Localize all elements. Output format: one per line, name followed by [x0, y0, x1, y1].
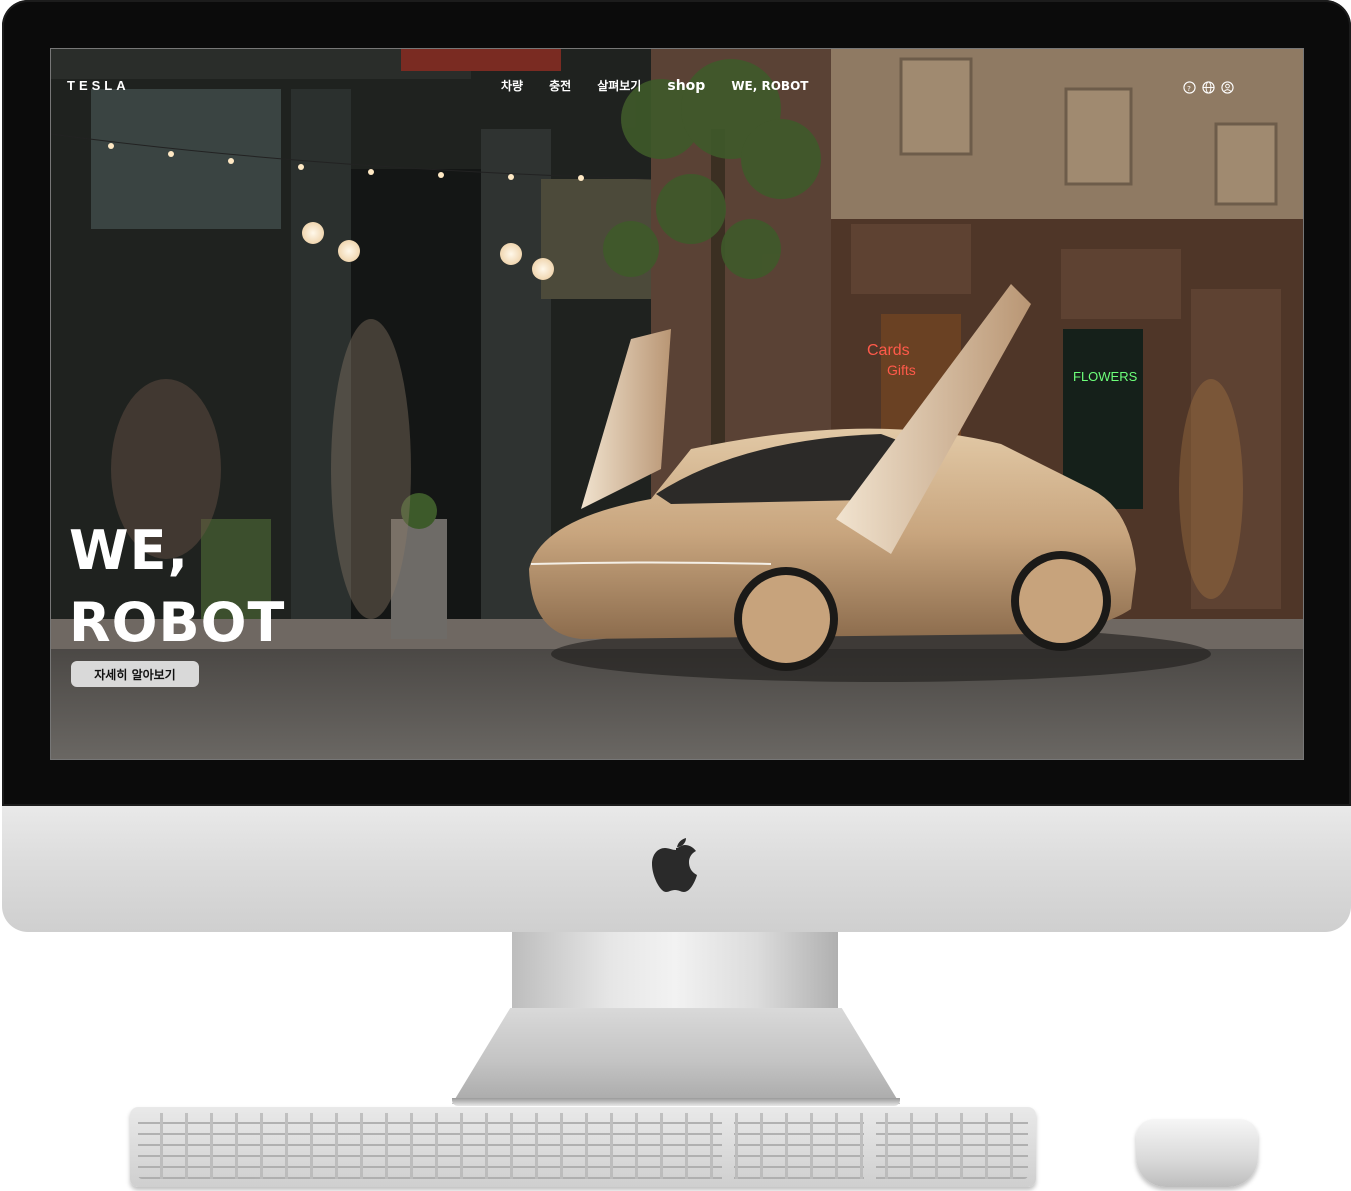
- nav-discover[interactable]: 살펴보기: [597, 77, 641, 94]
- hero-title-line1: WE,: [69, 519, 189, 582]
- globe-icon[interactable]: [1202, 79, 1215, 94]
- main-nav: 차량 충전 살펴보기 shop WE, ROBOT: [501, 77, 808, 94]
- screen: Cards Gifts FLOWERS TESLA 차량 충전 살펴보기 sho…: [50, 48, 1304, 760]
- learn-more-button[interactable]: 자세히 알아보기: [71, 661, 199, 687]
- neon-sign-gifts: Gifts: [887, 362, 916, 378]
- neon-sign-cards: Cards: [867, 342, 910, 359]
- utility-icons: ?: [1183, 79, 1234, 94]
- tesla-logo[interactable]: TESLA: [67, 78, 130, 93]
- hero-title: WE, ROBOT: [69, 515, 285, 659]
- keyboard-keys: [138, 1113, 1028, 1179]
- hero-title-line2: ROBOT: [69, 591, 286, 654]
- magic-mouse: [1136, 1119, 1258, 1187]
- apple-logo-icon: [652, 838, 697, 892]
- nav-vehicles[interactable]: 차량: [501, 77, 523, 94]
- nav-shop[interactable]: shop: [667, 78, 705, 94]
- imac-stand-foot: [452, 1008, 900, 1104]
- help-icon[interactable]: ?: [1183, 79, 1196, 94]
- nav-we-robot[interactable]: WE, ROBOT: [731, 79, 808, 93]
- nav-charging[interactable]: 충전: [549, 77, 571, 94]
- neon-sign-flowers: FLOWERS: [1073, 369, 1138, 384]
- svg-text:?: ?: [1187, 84, 1191, 93]
- keyboard: [130, 1107, 1036, 1187]
- imac-stand-neck: [512, 932, 838, 1012]
- account-icon[interactable]: [1221, 79, 1234, 94]
- imac-stand-edge: [452, 1098, 900, 1106]
